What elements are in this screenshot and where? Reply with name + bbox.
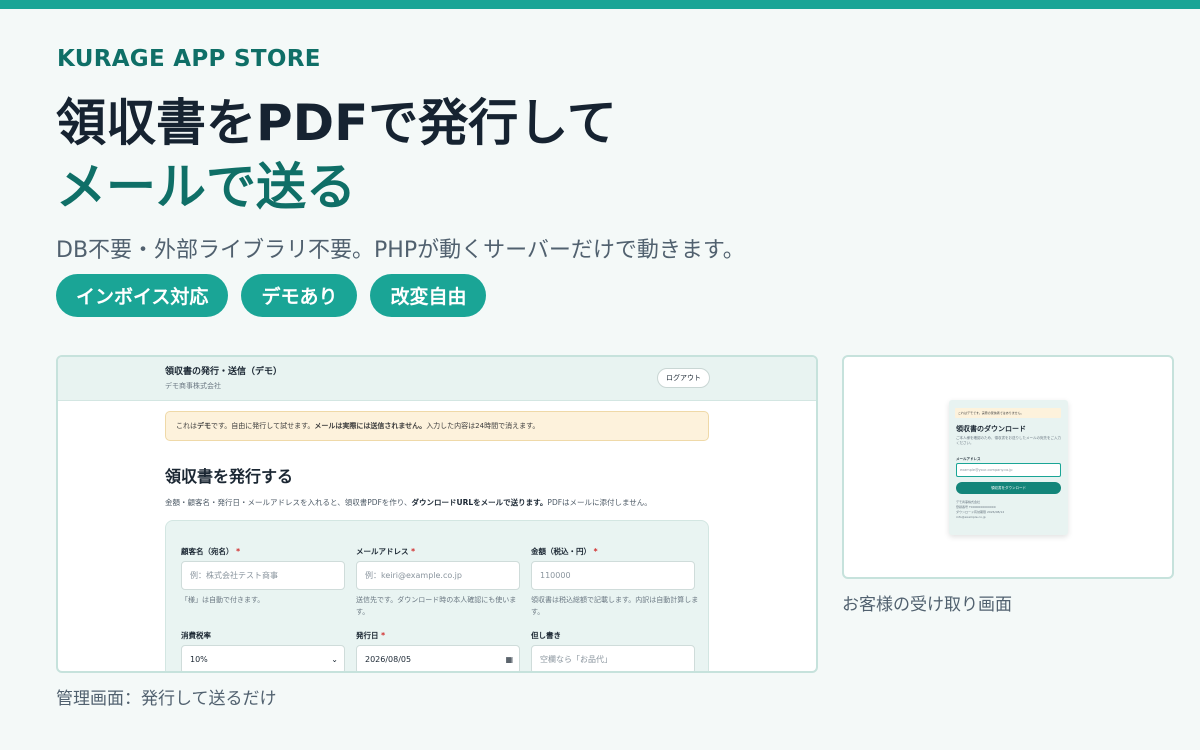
customer-name-input[interactable]: 例：株式会社テスト商事 xyxy=(181,561,345,590)
email-input[interactable]: 例：keiri@example.co.jp xyxy=(356,561,520,590)
customer-name-label: 顧客名（宛名） * xyxy=(181,547,241,556)
badge-demo: デモあり xyxy=(241,274,358,317)
receipt-form: 顧客名（宛名） * 例：株式会社テスト商事 「様」は自動で付きます。 メールアド… xyxy=(165,520,709,671)
customer-download-title: 領収書のダウンロード xyxy=(956,425,1026,433)
calendar-icon: ▦ xyxy=(505,655,513,664)
tax-rate-label: 消費税率 xyxy=(181,631,211,640)
email-help: 送信先です。ダウンロード時の本人確認にも使います。 xyxy=(356,596,517,616)
admin-page-title: 領収書の発行・送信（デモ） xyxy=(165,367,283,377)
customer-footer: デモ商事株式会社 登録番号 T0000000000000 ダウンロード有効期限 … xyxy=(956,500,1005,519)
customer-email-input[interactable]: example@your-company.co.jp xyxy=(956,463,1061,477)
chevron-down-icon: ⌄ xyxy=(331,655,338,664)
admin-header: 領収書の発行・送信（デモ） デモ商事株式会社 ログアウト xyxy=(58,357,816,401)
tax-rate-select[interactable]: 10% ⌄ xyxy=(181,645,345,671)
issue-heading: 領収書を発行する xyxy=(165,467,294,486)
admin-caption: 管理画面：発行して送るだけ xyxy=(56,689,277,709)
brand-name: KURAGE APP STORE xyxy=(57,46,321,72)
customer-screenshot: これはデモです。実際の受信者ではありません。 領収書のダウンロード ご本人様を確… xyxy=(842,355,1174,579)
customer-demo-notice: これはデモです。実際の受信者ではありません。 xyxy=(955,408,1061,418)
admin-screenshot: 領収書の発行・送信（デモ） デモ商事株式会社 ログアウト これは デモ です。自由に… xyxy=(56,355,818,673)
hero-subtitle: DB不要・外部ライブラリ不要。PHPが動くサーバーだけで動きます。 xyxy=(56,238,745,263)
logout-button[interactable]: ログアウト xyxy=(657,368,710,388)
customer-download-description: ご本人様を確認のため、領収書をお送りしたメールの宛先をご入力ください。 xyxy=(956,436,1061,445)
email-label: メールアドレス * xyxy=(356,547,416,556)
demo-notice: これは デモ です。自由に発行して試せます。 メールは実際には送信されません。 入力した… xyxy=(165,411,709,441)
issue-date-input[interactable]: 2026/08/05 ▦ xyxy=(356,645,520,671)
badge-invoice: インボイス対応 xyxy=(56,274,229,317)
amount-label: 金額（税込・円） * xyxy=(531,547,598,556)
amount-help: 領収書は税込総額で記載します。内訳は自動計算します。 xyxy=(531,596,699,616)
admin-company-name: デモ商事株式会社 xyxy=(165,382,221,390)
issue-date-label: 発行日 * xyxy=(356,631,386,640)
download-button[interactable]: 領収書をダウンロード xyxy=(956,482,1061,494)
customer-email-label: メールアドレス xyxy=(956,457,981,461)
badge-customizable: 改変自由 xyxy=(370,274,487,317)
top-accent-bar xyxy=(0,0,1200,9)
note-input[interactable]: 空欄なら「お品代」 xyxy=(531,645,695,671)
note-label: 但し書き xyxy=(531,631,561,640)
hero-title-line2: メールで送る xyxy=(56,158,356,216)
hero-title-line1: 領収書をPDFで発行して xyxy=(56,94,617,152)
customer-name-help: 「様」は自動で付きます。 xyxy=(181,596,265,604)
issue-description: 金額・顧客名・発行日・メールアドレスを入れると、領収書PDFを作り、ダウンロード… xyxy=(165,498,652,507)
customer-download-card: これはデモです。実際の受信者ではありません。 領収書のダウンロード ご本人様を確… xyxy=(949,400,1068,535)
customer-caption: お客様の受け取り画面 xyxy=(842,595,1012,615)
amount-input[interactable]: 110000 xyxy=(531,561,695,590)
feature-badges: インボイス対応 デモあり 改変自由 xyxy=(56,274,487,317)
